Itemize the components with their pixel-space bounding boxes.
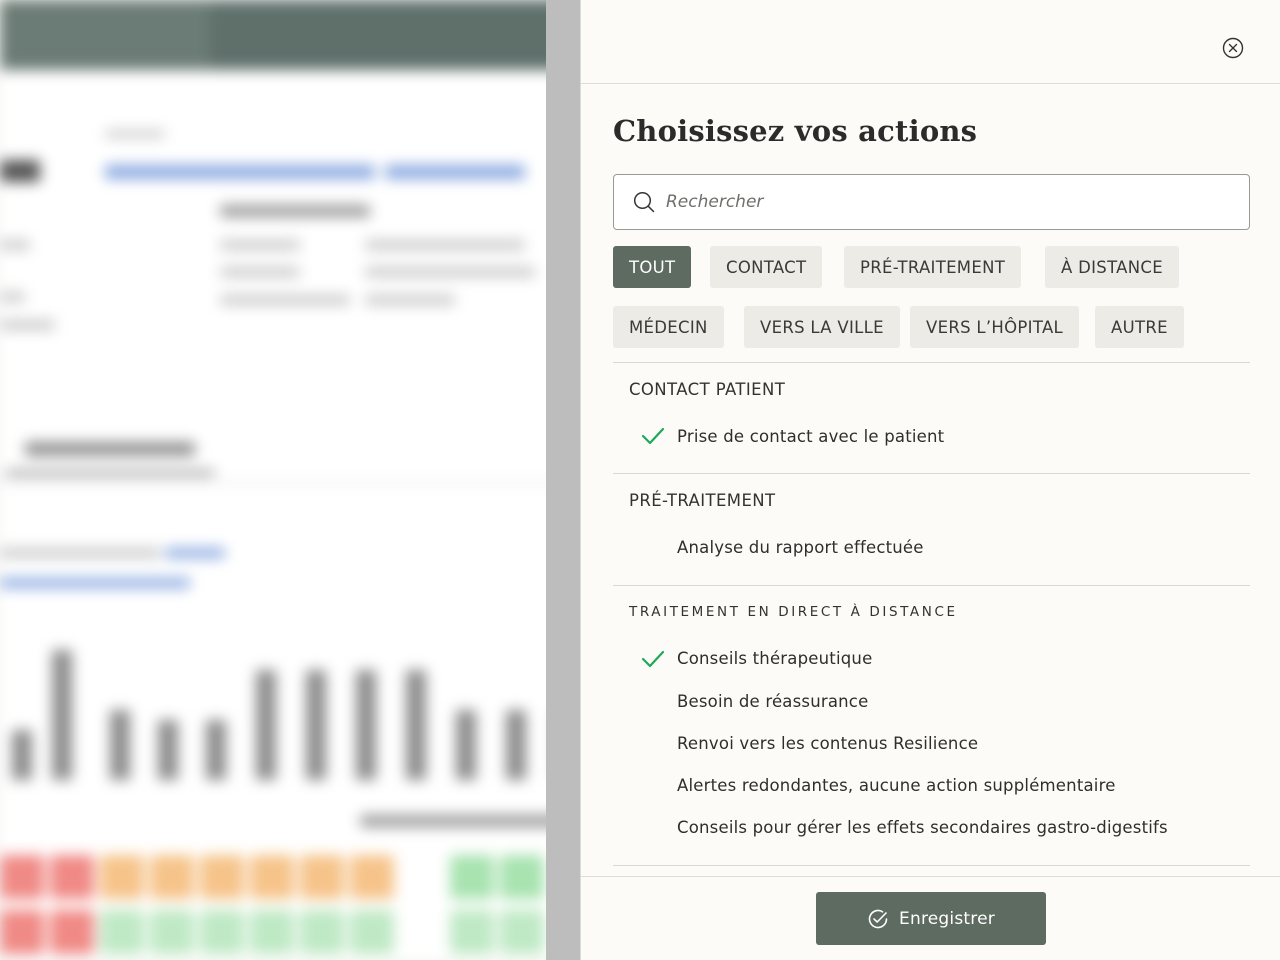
panel-header <box>581 0 1280 84</box>
overlay-scrim <box>546 0 580 960</box>
panel-footer: Enregistrer <box>581 876 1280 960</box>
section-title: CONTACT PATIENT <box>629 379 786 399</box>
search-icon <box>632 189 658 215</box>
save-button[interactable]: Enregistrer <box>816 892 1046 945</box>
section-title: TRAITEMENT EN DIRECT À DISTANCE <box>629 603 958 620</box>
search-input[interactable] <box>666 192 1226 212</box>
check-icon <box>629 649 677 669</box>
action-label: Renvoi vers les contenus Resilience <box>677 733 979 753</box>
action-label: Conseils thérapeutique <box>677 649 873 669</box>
section-title: PRÉ-TRAITEMENT <box>629 490 776 510</box>
actions-panel: Choisissez vos actions TOUT CONTACT PRÉ-… <box>580 0 1280 960</box>
search-box[interactable] <box>613 174 1250 230</box>
filter-chip-contact[interactable]: CONTACT <box>710 246 823 288</box>
save-button-label: Enregistrer <box>899 908 995 929</box>
background-page <box>0 70 580 960</box>
section-traitement-a-distance: TRAITEMENT EN DIRECT À DISTANCE Conseils… <box>613 584 1250 865</box>
filter-chip-a-distance[interactable]: À DISTANCE <box>1045 246 1179 288</box>
action-item[interactable]: Analyse du rapport effectuée <box>629 526 1234 568</box>
action-label: Prise de contact avec le patient <box>677 426 945 446</box>
panel-title: Choisissez vos actions <box>613 114 978 148</box>
section-contact-patient: CONTACT PATIENT Prise de contact avec le… <box>613 362 1250 473</box>
filter-chip-tout[interactable]: TOUT <box>613 246 692 288</box>
action-item[interactable]: Conseils thérapeutique <box>629 638 1234 680</box>
filter-chip-medecin[interactable]: MÉDECIN <box>613 306 724 348</box>
background-app <box>0 0 580 960</box>
section-pre-traitement: PRÉ-TRAITEMENT Analyse du rapport effect… <box>613 473 1250 584</box>
action-item[interactable]: Prise de contact avec le patient <box>629 415 1234 457</box>
action-item[interactable]: Besoin de réassurance <box>629 680 1234 722</box>
filter-chip-pre-traitement[interactable]: PRÉ-TRAITEMENT <box>844 246 1022 288</box>
action-label: Besoin de réassurance <box>677 691 869 711</box>
action-sections: CONTACT PATIENT Prise de contact avec le… <box>613 362 1250 867</box>
action-item[interactable]: Alertes redondantes, aucune action suppl… <box>629 764 1234 806</box>
action-label: Analyse du rapport effectuée <box>677 537 924 557</box>
action-item[interactable]: Renvoi vers les contenus Resilience <box>629 722 1234 764</box>
filter-chip-vers-l-hopital[interactable]: VERS L’HÔPITAL <box>910 306 1080 348</box>
check-circle-icon <box>868 909 888 928</box>
filter-chip-vers-la-ville[interactable]: VERS LA VILLE <box>744 306 900 348</box>
filter-chip-autre[interactable]: AUTRE <box>1095 306 1184 348</box>
close-circle-icon <box>1222 37 1244 59</box>
background-header <box>0 0 580 70</box>
action-label: Alertes redondantes, aucune action suppl… <box>677 776 1116 796</box>
action-label: Conseils pour gérer les effets secondair… <box>677 818 1168 838</box>
action-item[interactable]: Conseils pour gérer les effets secondair… <box>629 807 1234 849</box>
section-divider <box>613 865 1250 867</box>
check-icon <box>629 426 677 446</box>
close-button[interactable] <box>1221 36 1245 60</box>
